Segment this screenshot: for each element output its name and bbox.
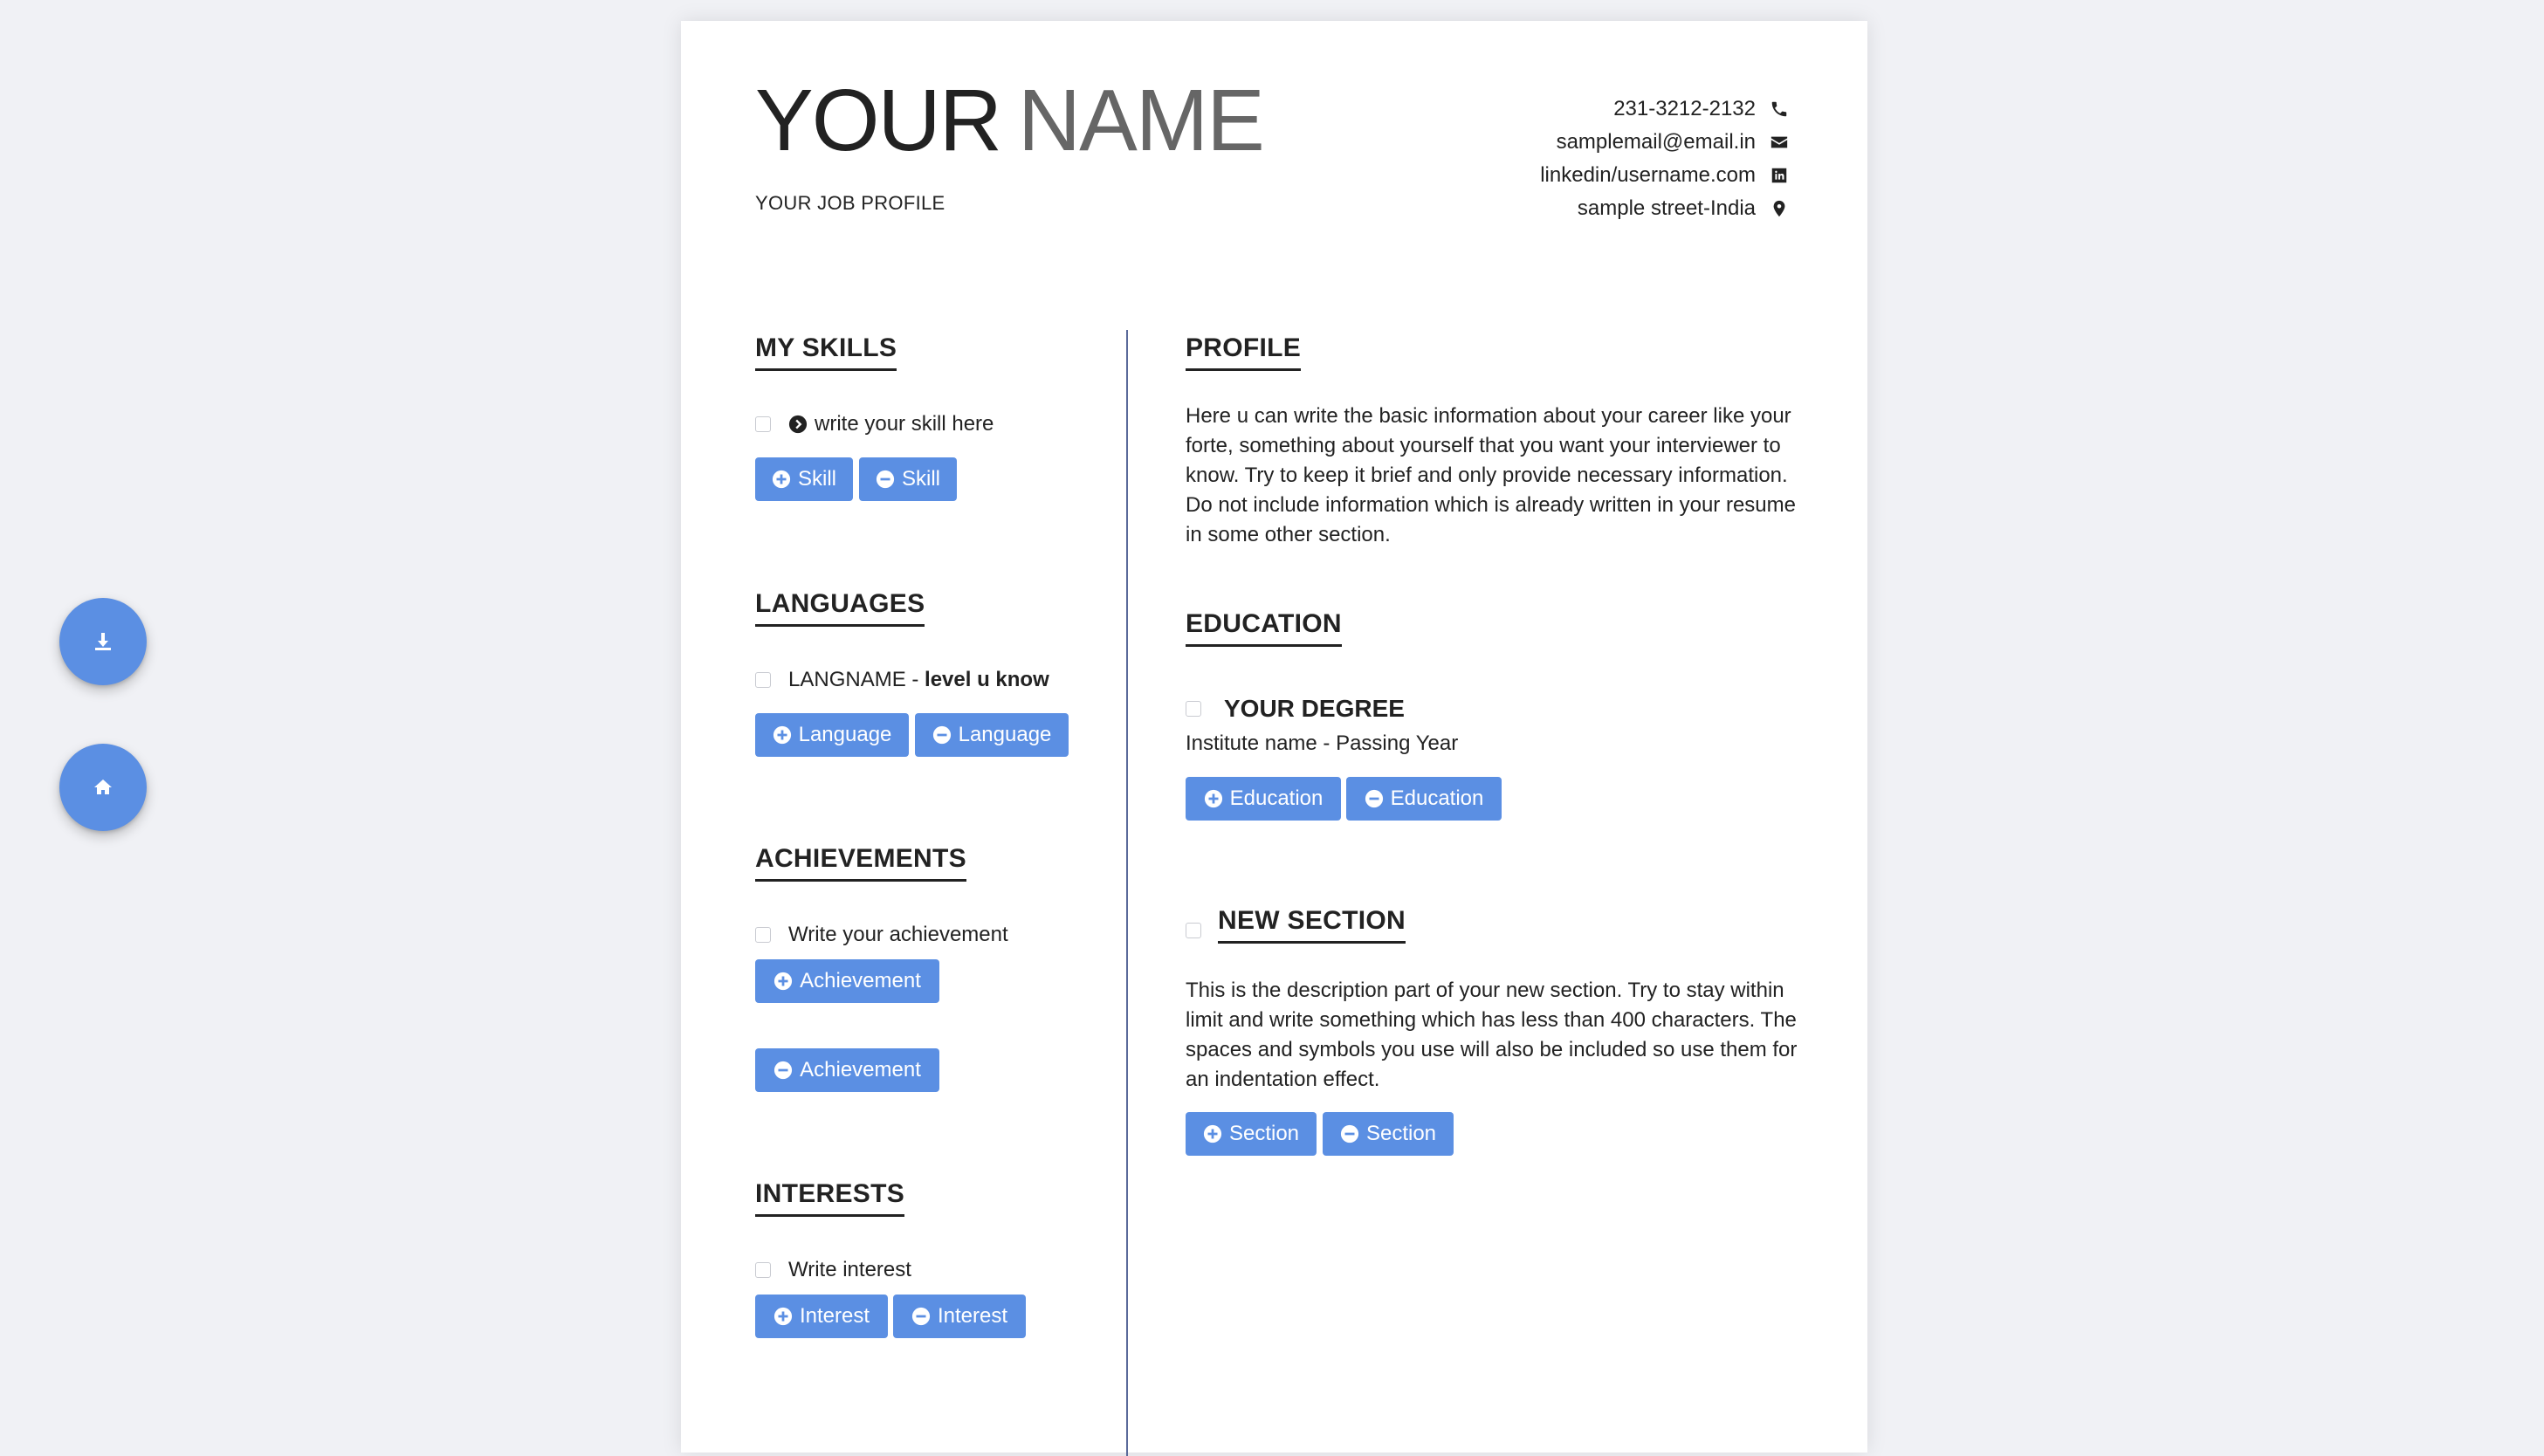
add-section-label: Section (1228, 1122, 1300, 1145)
envelope-icon (1770, 136, 1788, 148)
contact-linkedin-row: linkedin/username.com (1540, 159, 1789, 192)
plus-circle-icon (773, 725, 791, 745)
new-section-header (1186, 923, 1219, 938)
minus-circle-icon (774, 1061, 793, 1080)
interests-title[interactable]: INTERESTS (755, 1179, 905, 1217)
plus-circle-icon (1204, 789, 1222, 808)
plus-circle-icon (774, 1307, 793, 1326)
remove-education-label: Education (1390, 786, 1484, 810)
remove-section-label: Section (1365, 1122, 1437, 1145)
institute-text[interactable]: Institute name - Passing Year (1186, 731, 1458, 756)
remove-language-button[interactable]: Language (915, 713, 1069, 757)
minus-circle-icon (1340, 1124, 1359, 1144)
contact-address[interactable]: sample street-India (1578, 192, 1756, 225)
achievements-title[interactable]: ACHIEVEMENTS (755, 844, 966, 882)
institute-row: Institute name - Passing Year (1186, 731, 1458, 756)
skill-text[interactable]: write your skill here (815, 412, 994, 436)
minus-circle-icon (932, 725, 951, 745)
add-skill-label: Skill (797, 467, 836, 491)
add-achievement-label: Achievement (800, 969, 921, 992)
contact-phone-row: 231-3212-2132 (1540, 93, 1789, 126)
remove-achievement-label: Achievement (800, 1058, 921, 1082)
download-icon (95, 633, 111, 650)
add-section-button[interactable]: Section (1186, 1112, 1317, 1156)
profile-title[interactable]: PROFILE (1186, 333, 1302, 371)
remove-achievement-button[interactable]: Achievement (755, 1048, 939, 1092)
language-name[interactable]: LANGNAME (788, 668, 906, 692)
achievement-checkbox[interactable] (755, 927, 771, 943)
skill-checkbox[interactable] (755, 416, 771, 432)
resume-page: YOUR NAME YOUR JOB PROFILE 231-3212-2132 … (681, 21, 1867, 1456)
job-profile[interactable]: YOUR JOB PROFILE (755, 192, 945, 215)
education-title[interactable]: EDUCATION (1186, 609, 1342, 647)
education-degree-row: YOUR DEGREE (1186, 695, 1405, 723)
remove-skill-button[interactable]: Skill (859, 457, 957, 501)
add-interest-label: Interest (799, 1304, 870, 1328)
contact-address-row: sample street-India (1540, 192, 1789, 225)
achievement-item: Write your achievement (755, 923, 1008, 947)
plus-circle-icon (1203, 1124, 1222, 1144)
add-interest-button[interactable]: Interest (755, 1295, 888, 1338)
profile-text[interactable]: Here u can write the basic information a… (1186, 402, 1801, 550)
add-achievement-button[interactable]: Achievement (755, 959, 939, 1003)
minus-circle-icon (911, 1307, 931, 1326)
interest-text[interactable]: Write interest (788, 1258, 911, 1282)
remove-interest-button[interactable]: Interest (893, 1295, 1026, 1338)
new-section-title[interactable]: NEW SECTION (1218, 906, 1406, 944)
map-marker-icon (1773, 200, 1785, 217)
languages-title[interactable]: LANGUAGES (755, 589, 925, 627)
last-name[interactable]: NAME (1018, 72, 1265, 169)
minus-circle-icon (1365, 789, 1383, 808)
home-button[interactable] (59, 744, 147, 831)
chevron-circle-right-icon (788, 415, 808, 434)
contact-email-row: samplemail@email.in (1540, 126, 1789, 159)
contact-email[interactable]: samplemail@email.in (1557, 126, 1756, 159)
education-checkbox[interactable] (1186, 701, 1201, 717)
language-level[interactable]: level u know (925, 668, 1049, 692)
language-item: LANGNAME - level u know (755, 668, 1049, 692)
first-name[interactable]: YOUR (755, 72, 1002, 169)
remove-education-button[interactable]: Education (1346, 777, 1502, 821)
add-education-button[interactable]: Education (1186, 777, 1341, 821)
remove-skill-label: Skill (901, 467, 940, 491)
linkedin-icon (1771, 168, 1787, 183)
interest-checkbox[interactable] (755, 1262, 771, 1278)
add-skill-button[interactable]: Skill (755, 457, 853, 501)
plus-circle-icon (772, 470, 791, 489)
column-divider (1126, 330, 1128, 1456)
contact-linkedin[interactable]: linkedin/username.com (1540, 159, 1756, 192)
language-separator: - (905, 668, 925, 691)
contact-phone[interactable]: 231-3212-2132 (1613, 93, 1756, 126)
new-section-checkbox[interactable] (1186, 923, 1201, 938)
full-name[interactable]: YOUR NAME (755, 77, 1265, 164)
skill-item: write your skill here (755, 412, 994, 436)
interest-item: Write interest (755, 1258, 911, 1282)
plus-circle-icon (774, 972, 793, 991)
add-language-label: Language (798, 723, 892, 746)
home-icon (94, 780, 112, 794)
remove-interest-label: Interest (937, 1304, 1008, 1328)
phone-icon (1771, 101, 1787, 117)
remove-language-label: Language (958, 723, 1052, 746)
degree-title[interactable]: YOUR DEGREE (1224, 695, 1405, 723)
add-education-label: Education (1229, 786, 1324, 810)
new-section-text[interactable]: This is the description part of your new… (1186, 976, 1801, 1095)
language-checkbox[interactable] (755, 672, 771, 688)
skills-title[interactable]: MY SKILLS (755, 333, 897, 371)
add-language-button[interactable]: Language (755, 713, 909, 757)
download-button[interactable] (59, 598, 147, 685)
minus-circle-icon (876, 470, 895, 489)
contact-block: 231-3212-2132 samplemail@email.in linked… (1540, 93, 1789, 225)
remove-section-button[interactable]: Section (1323, 1112, 1454, 1156)
achievement-text[interactable]: Write your achievement (788, 923, 1008, 947)
